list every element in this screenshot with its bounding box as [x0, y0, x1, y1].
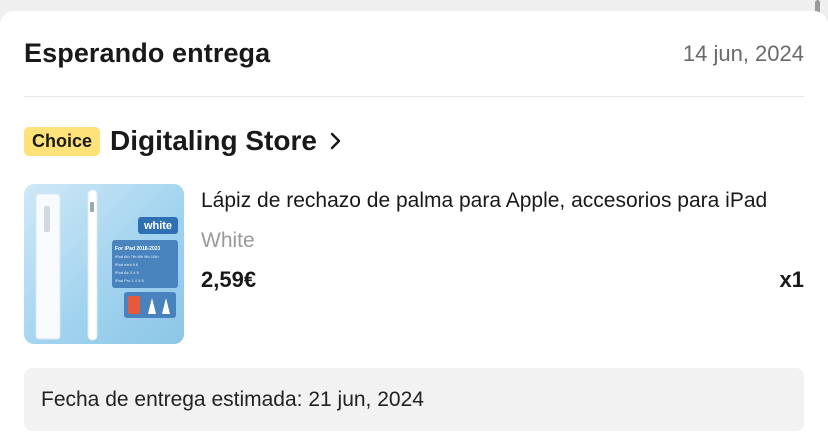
product-title[interactable]: Lápiz de rechazo de palma para Apple, ac… — [201, 189, 805, 213]
thumb-compat-line: iPad Air 3 4 5 — [115, 270, 140, 275]
order-header: Esperando entrega 14 jun, 2024 — [24, 11, 804, 97]
thumb-compat-line: iPad 6th 7th 8th 9th 10th — [115, 254, 159, 259]
order-date: 14 jun, 2024 — [682, 40, 804, 66]
thumb-tag: white — [143, 220, 172, 232]
chevron-right-icon — [329, 131, 343, 151]
product-info[interactable]: Lápiz de rechazo de palma para Apple, ac… — [201, 189, 804, 349]
price-row: 2,59€ x1 — [201, 267, 804, 293]
order-status-title: Esperando entrega — [24, 38, 271, 68]
product-variant: White — [201, 229, 255, 252]
product-price: 2,59€ — [201, 267, 257, 292]
product-image[interactable]: white For iPad 2018-2023 iPad 6th 7th 8t… — [24, 184, 184, 344]
store-name: Digitaling Store — [110, 125, 317, 156]
thumb-compat-line: iPad Pro 1 4 5 6 — [115, 278, 144, 283]
order-card: Esperando entrega 14 jun, 2024 Choice Di… — [0, 11, 828, 446]
choice-badge: Choice — [24, 126, 101, 156]
product-quantity: x1 — [779, 267, 804, 292]
thumb-compat-line: iPad mini 5 6 — [115, 262, 139, 267]
store-link[interactable]: Choice Digitaling Store — [24, 123, 343, 159]
estimated-delivery: Fecha de entrega estimada: 21 jun, 2024 — [24, 368, 804, 431]
thumb-compat-heading: For iPad 2018-2023 — [115, 246, 161, 252]
